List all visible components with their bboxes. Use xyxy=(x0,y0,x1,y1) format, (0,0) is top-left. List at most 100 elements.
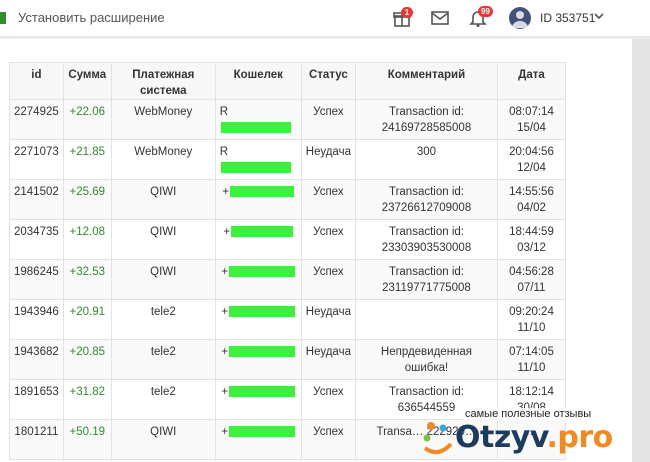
wallet-value: + xyxy=(221,304,296,320)
cell-amount: +20.85 xyxy=(62,339,112,380)
cell-system: QIWI xyxy=(110,419,216,460)
table-row: 2274925 +22.06 WebMoney R Успех Transaction i… xyxy=(9,99,566,140)
wallet-prefix: + xyxy=(221,346,229,358)
cell-amount: +12.08 xyxy=(62,219,112,260)
cell-id: 1986245 xyxy=(9,259,64,300)
wallet-redaction-mask xyxy=(229,306,296,318)
cell-system: tele2 xyxy=(110,339,216,380)
wallet-value: + xyxy=(221,264,296,280)
col-header-id: id xyxy=(9,62,64,100)
cell-status: Успех xyxy=(300,179,356,220)
wallet-redaction-mask xyxy=(229,386,296,398)
cell-amount: +25.69 xyxy=(62,179,112,220)
transactions-body: 2274925 +22.06 WebMoney R Успех Transaction i… xyxy=(9,99,566,460)
cell-id: 2141502 xyxy=(9,179,64,220)
cell-amount: +31.82 xyxy=(62,379,112,420)
cell-comment: Transaction id: 23119771775008 xyxy=(354,259,498,300)
wallet-prefix: + xyxy=(221,266,229,278)
cell-id: 1943946 xyxy=(9,299,64,340)
cell-status: Неудача xyxy=(300,139,356,180)
watermark: самые полезные отзывы Otzyv.pro xyxy=(415,408,650,462)
table-row: 2141502 +25.69 QIWI + Успех Transaction id: 2… xyxy=(9,179,566,220)
table-row: 2271073 +21.85 WebMoney R Неудача 300 20:04:56… xyxy=(9,139,566,180)
notifications-badge: 99 xyxy=(478,6,493,17)
cell-status: Неудача xyxy=(300,339,356,380)
cell-comment: Transaction id: 23303903530008 xyxy=(354,219,498,260)
cell-status: Успех xyxy=(300,379,356,420)
watermark-caption: самые полезные отзывы xyxy=(463,408,594,420)
wallet-value: R xyxy=(220,144,297,176)
cell-amount: +32.53 xyxy=(62,259,112,300)
wallet-redaction-mask xyxy=(229,266,296,278)
cell-system: tele2 xyxy=(110,299,216,340)
cell-wallet: R xyxy=(214,99,302,140)
cell-status: Успех xyxy=(300,219,356,260)
cell-comment xyxy=(354,299,498,340)
wallet-redaction-mask xyxy=(231,226,294,238)
cell-system: QIWI xyxy=(110,179,216,220)
wallet-value: + xyxy=(223,224,294,240)
transactions-table: id Сумма Платежная система Кошелек Стату… xyxy=(9,62,566,460)
wallet-redaction-mask xyxy=(229,426,296,438)
cell-date: 18:44:59 03/12 xyxy=(496,219,566,260)
mail-icon[interactable] xyxy=(430,8,450,28)
avatar[interactable] xyxy=(509,7,531,29)
col-header-date: Дата xyxy=(496,62,566,100)
wallet-prefix: + xyxy=(221,306,229,318)
cell-status: Успех xyxy=(300,99,356,140)
cell-wallet: + xyxy=(214,259,302,300)
cell-wallet: + xyxy=(214,219,302,260)
cell-id: 1801211 xyxy=(9,419,64,460)
chevron-down-icon[interactable] xyxy=(594,11,604,21)
cell-id: 2274925 xyxy=(9,99,64,140)
watermark-logo-text: Otzyv.pro xyxy=(455,420,613,455)
cell-wallet: + xyxy=(214,299,302,340)
wallet-redaction-mask xyxy=(220,122,291,134)
install-extension-link[interactable]: Установить расширение xyxy=(18,10,165,25)
cell-amount: +21.85 xyxy=(62,139,112,180)
wallet-value: R xyxy=(220,104,297,136)
transactions-panel: id Сумма Платежная система Кошелек Стату… xyxy=(0,39,632,462)
wallet-value: + xyxy=(221,384,296,400)
cell-date: 07:14:05 11/10 xyxy=(496,339,566,380)
cell-date: 09:20:24 11/10 xyxy=(496,299,566,340)
cell-system: WebMoney xyxy=(110,99,216,140)
wallet-redaction-mask xyxy=(229,346,296,358)
col-header-wallet: Кошелек xyxy=(214,62,302,100)
table-header-row: id Сумма Платежная система Кошелек Стату… xyxy=(9,62,566,100)
wallet-value: + xyxy=(222,184,295,200)
table-row: 1986245 +32.53 QIWI + Успех Transaction id: 2… xyxy=(9,259,566,300)
col-header-system: Платежная система xyxy=(110,62,216,100)
wallet-redaction-mask xyxy=(230,186,295,198)
cell-id: 2034735 xyxy=(9,219,64,260)
extension-icon xyxy=(0,12,6,24)
cell-date: 14:55:56 04/02 xyxy=(496,179,566,220)
cell-system: tele2 xyxy=(110,379,216,420)
wallet-prefix: + xyxy=(221,426,229,438)
wallet-prefix: + xyxy=(223,226,231,238)
cell-id: 1891653 xyxy=(9,379,64,420)
cell-amount: +22.06 xyxy=(62,99,112,140)
wallet-prefix: + xyxy=(221,386,229,398)
cell-wallet: + xyxy=(214,419,302,460)
col-header-amount: Сумма xyxy=(62,62,112,100)
table-row: 1943682 +20.85 tele2 + Неудача Непрдевиденная… xyxy=(9,339,566,380)
cell-status: Успех xyxy=(300,419,356,460)
cell-comment: 300 xyxy=(354,139,498,180)
wallet-prefix: + xyxy=(222,186,230,198)
user-id[interactable]: ID 353751 xyxy=(540,11,595,25)
cell-date: 04:56:28 07/11 xyxy=(496,259,566,300)
watermark-logo-icon xyxy=(423,422,453,455)
cell-wallet: + xyxy=(214,179,302,220)
cell-system: WebMoney xyxy=(110,139,216,180)
cell-date: 20:04:56 12/04 xyxy=(496,139,566,180)
cell-system: QIWI xyxy=(110,259,216,300)
table-row: 2034735 +12.08 QIWI + Успех Transaction id: 2… xyxy=(9,219,566,260)
top-bar: Установить расширение 1 99 ID 353751 xyxy=(0,0,650,37)
cell-comment: Transaction id: 23726612709008 xyxy=(354,179,498,220)
cell-wallet: + xyxy=(214,379,302,420)
cell-status: Неудача xyxy=(300,299,356,340)
cell-wallet: R xyxy=(214,139,302,180)
wallet-prefix: R xyxy=(219,146,229,158)
wallet-value: + xyxy=(221,424,296,440)
